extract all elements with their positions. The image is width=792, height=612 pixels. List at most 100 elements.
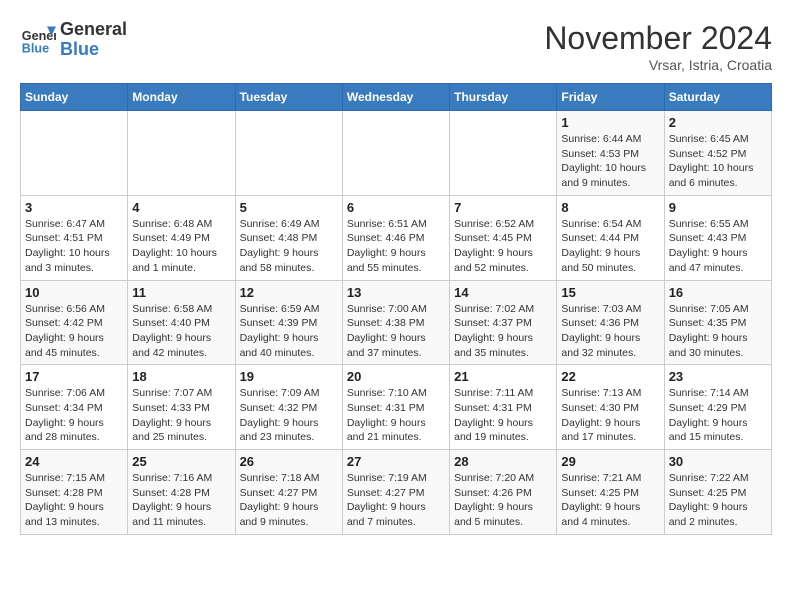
calendar-week-3: 10 Sunrise: 6:56 AM Sunset: 4:42 PM Dayli…: [21, 280, 772, 365]
day-info: Sunrise: 7:16 AM Sunset: 4:28 PM Dayligh…: [132, 471, 230, 530]
calendar-cell: 30 Sunrise: 7:22 AM Sunset: 4:25 PM Dayli…: [664, 450, 771, 535]
day-info: Sunrise: 7:19 AM Sunset: 4:27 PM Dayligh…: [347, 471, 445, 530]
logo-general-text: General: [60, 20, 127, 40]
calendar-cell: 15Sunrise: 7:03 AM Sunset: 4:36 PM Dayli…: [557, 280, 664, 365]
day-info: Sunrise: 6:51 AM Sunset: 4:46 PM Dayligh…: [347, 217, 445, 276]
day-info: Sunrise: 6:56 AM Sunset: 4:42 PM Dayligh…: [25, 302, 123, 361]
day-info: Sunrise: 7:05 AM Sunset: 4:35 PM Dayligh…: [669, 302, 767, 361]
calendar-cell: 9 Sunrise: 6:55 AM Sunset: 4:43 PM Daylig…: [664, 195, 771, 280]
day-number: 19: [240, 369, 338, 384]
calendar-cell: 4 Sunrise: 6:48 AM Sunset: 4:49 PM Daylig…: [128, 195, 235, 280]
day-number: 14: [454, 285, 552, 300]
calendar-cell: 5Sunrise: 6:49 AM Sunset: 4:48 PM Daylig…: [235, 195, 342, 280]
calendar-cell: 26 Sunrise: 7:18 AM Sunset: 4:27 PM Dayli…: [235, 450, 342, 535]
calendar-cell: [21, 111, 128, 196]
calendar-cell: 21 Sunrise: 7:11 AM Sunset: 4:31 PM Dayli…: [450, 365, 557, 450]
calendar-table: SundayMondayTuesdayWednesdayThursdayFrid…: [20, 83, 772, 535]
day-number: 27: [347, 454, 445, 469]
day-info: Sunrise: 7:14 AM Sunset: 4:29 PM Dayligh…: [669, 386, 767, 445]
calendar-cell: 17 Sunrise: 7:06 AM Sunset: 4:34 PM Dayli…: [21, 365, 128, 450]
day-number: 5: [240, 200, 338, 215]
day-number: 9: [669, 200, 767, 215]
calendar-cell: [450, 111, 557, 196]
day-info: Sunrise: 7:02 AM Sunset: 4:37 PM Dayligh…: [454, 302, 552, 361]
calendar-cell: 6Sunrise: 6:51 AM Sunset: 4:46 PM Daylig…: [342, 195, 449, 280]
calendar-cell: 14 Sunrise: 7:02 AM Sunset: 4:37 PM Dayli…: [450, 280, 557, 365]
weekday-header-sunday: Sunday: [21, 84, 128, 111]
month-title: November 2024: [544, 20, 772, 57]
logo-blue-text: Blue: [60, 40, 127, 60]
day-info: Sunrise: 6:44 AM Sunset: 4:53 PM Dayligh…: [561, 132, 659, 191]
calendar-header: SundayMondayTuesdayWednesdayThursdayFrid…: [21, 84, 772, 111]
calendar-body: 1 Sunrise: 6:44 AM Sunset: 4:53 PM Daylig…: [21, 111, 772, 535]
day-info: Sunrise: 7:22 AM Sunset: 4:25 PM Dayligh…: [669, 471, 767, 530]
calendar-cell: 29 Sunrise: 7:21 AM Sunset: 4:25 PM Dayli…: [557, 450, 664, 535]
day-number: 22: [561, 369, 659, 384]
day-info: Sunrise: 7:06 AM Sunset: 4:34 PM Dayligh…: [25, 386, 123, 445]
day-info: Sunrise: 7:07 AM Sunset: 4:33 PM Dayligh…: [132, 386, 230, 445]
weekday-header-saturday: Saturday: [664, 84, 771, 111]
day-number: 17: [25, 369, 123, 384]
day-info: Sunrise: 7:09 AM Sunset: 4:32 PM Dayligh…: [240, 386, 338, 445]
day-number: 4: [132, 200, 230, 215]
calendar-cell: 10 Sunrise: 6:56 AM Sunset: 4:42 PM Dayli…: [21, 280, 128, 365]
day-number: 29: [561, 454, 659, 469]
calendar-cell: 1 Sunrise: 6:44 AM Sunset: 4:53 PM Daylig…: [557, 111, 664, 196]
weekday-header-tuesday: Tuesday: [235, 84, 342, 111]
calendar-cell: 13 Sunrise: 7:00 AM Sunset: 4:38 PM Dayli…: [342, 280, 449, 365]
title-area: November 2024 Vrsar, Istria, Croatia: [544, 20, 772, 73]
day-number: 21: [454, 369, 552, 384]
day-info: Sunrise: 6:55 AM Sunset: 4:43 PM Dayligh…: [669, 217, 767, 276]
calendar-cell: 3Sunrise: 6:47 AM Sunset: 4:51 PM Daylig…: [21, 195, 128, 280]
calendar-cell: [128, 111, 235, 196]
day-info: Sunrise: 7:10 AM Sunset: 4:31 PM Dayligh…: [347, 386, 445, 445]
day-number: 1: [561, 115, 659, 130]
day-info: Sunrise: 6:59 AM Sunset: 4:39 PM Dayligh…: [240, 302, 338, 361]
day-info: Sunrise: 7:13 AM Sunset: 4:30 PM Dayligh…: [561, 386, 659, 445]
calendar-cell: 16 Sunrise: 7:05 AM Sunset: 4:35 PM Dayli…: [664, 280, 771, 365]
calendar-cell: 23 Sunrise: 7:14 AM Sunset: 4:29 PM Dayli…: [664, 365, 771, 450]
page-header: General Blue General Blue November 2024 …: [20, 20, 772, 73]
day-info: Sunrise: 7:20 AM Sunset: 4:26 PM Dayligh…: [454, 471, 552, 530]
day-info: Sunrise: 7:00 AM Sunset: 4:38 PM Dayligh…: [347, 302, 445, 361]
calendar-cell: 7Sunrise: 6:52 AM Sunset: 4:45 PM Daylig…: [450, 195, 557, 280]
day-number: 3: [25, 200, 123, 215]
day-number: 18: [132, 369, 230, 384]
calendar-cell: 28 Sunrise: 7:20 AM Sunset: 4:26 PM Dayli…: [450, 450, 557, 535]
calendar-cell: 18 Sunrise: 7:07 AM Sunset: 4:33 PM Dayli…: [128, 365, 235, 450]
weekday-header-thursday: Thursday: [450, 84, 557, 111]
day-number: 16: [669, 285, 767, 300]
weekday-header-friday: Friday: [557, 84, 664, 111]
day-number: 23: [669, 369, 767, 384]
calendar-cell: [235, 111, 342, 196]
svg-text:Blue: Blue: [22, 41, 49, 55]
calendar-cell: 25Sunrise: 7:16 AM Sunset: 4:28 PM Dayli…: [128, 450, 235, 535]
day-info: Sunrise: 6:54 AM Sunset: 4:44 PM Dayligh…: [561, 217, 659, 276]
day-info: Sunrise: 7:11 AM Sunset: 4:31 PM Dayligh…: [454, 386, 552, 445]
calendar-cell: 24Sunrise: 7:15 AM Sunset: 4:28 PM Dayli…: [21, 450, 128, 535]
day-number: 30: [669, 454, 767, 469]
day-info: Sunrise: 6:48 AM Sunset: 4:49 PM Dayligh…: [132, 217, 230, 276]
calendar-cell: 12Sunrise: 6:59 AM Sunset: 4:39 PM Dayli…: [235, 280, 342, 365]
calendar-cell: 8Sunrise: 6:54 AM Sunset: 4:44 PM Daylig…: [557, 195, 664, 280]
day-number: 20: [347, 369, 445, 384]
day-number: 26: [240, 454, 338, 469]
day-info: Sunrise: 7:18 AM Sunset: 4:27 PM Dayligh…: [240, 471, 338, 530]
calendar-cell: 20 Sunrise: 7:10 AM Sunset: 4:31 PM Dayli…: [342, 365, 449, 450]
calendar-week-4: 17 Sunrise: 7:06 AM Sunset: 4:34 PM Dayli…: [21, 365, 772, 450]
day-number: 11: [132, 285, 230, 300]
day-number: 15: [561, 285, 659, 300]
day-info: Sunrise: 6:52 AM Sunset: 4:45 PM Dayligh…: [454, 217, 552, 276]
calendar-cell: 2Sunrise: 6:45 AM Sunset: 4:52 PM Daylig…: [664, 111, 771, 196]
day-number: 13: [347, 285, 445, 300]
calendar-cell: 27 Sunrise: 7:19 AM Sunset: 4:27 PM Dayli…: [342, 450, 449, 535]
calendar-cell: 22 Sunrise: 7:13 AM Sunset: 4:30 PM Dayli…: [557, 365, 664, 450]
day-info: Sunrise: 7:21 AM Sunset: 4:25 PM Dayligh…: [561, 471, 659, 530]
logo-icon: General Blue: [20, 22, 56, 58]
logo: General Blue General Blue: [20, 20, 127, 60]
day-number: 24: [25, 454, 123, 469]
day-number: 10: [25, 285, 123, 300]
calendar-cell: 11Sunrise: 6:58 AM Sunset: 4:40 PM Dayli…: [128, 280, 235, 365]
day-number: 28: [454, 454, 552, 469]
calendar-week-1: 1 Sunrise: 6:44 AM Sunset: 4:53 PM Daylig…: [21, 111, 772, 196]
